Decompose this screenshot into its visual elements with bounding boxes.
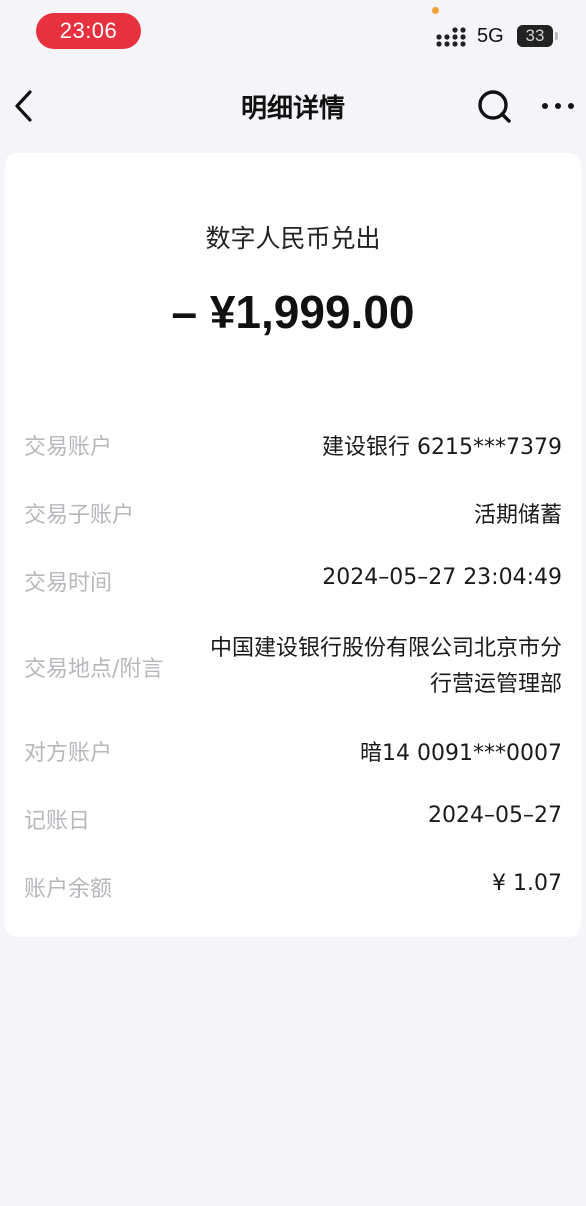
detail-value: 暗14 0091***0007	[360, 741, 562, 766]
battery-tip	[555, 32, 558, 40]
search-icon[interactable]	[474, 86, 514, 126]
detail-label: 记账日	[24, 809, 91, 834]
status-bar: 23:06 5G 33	[0, 0, 586, 64]
more-icon[interactable]	[538, 92, 578, 120]
detail-label: 交易时间	[24, 571, 113, 596]
signal-icon	[436, 27, 466, 47]
detail-value: ¥ 1.07	[492, 871, 562, 896]
battery-level: 33	[525, 26, 545, 45]
battery-icon: 33	[517, 25, 553, 47]
detail-value: 2024–05–27	[428, 803, 562, 828]
detail-value: 中国建设银行股份有限公司北京市分行营运管理部	[209, 636, 562, 697]
detail-value: 活期储蓄	[473, 503, 562, 528]
detail-label: 交易子账户	[24, 503, 135, 528]
nav-bar: 明细详情	[0, 74, 586, 138]
network-type: 5G	[477, 25, 504, 47]
transaction-amount: – ¥1,999.00	[171, 286, 415, 338]
detail-label: 交易地点/附言	[24, 657, 164, 682]
transaction-detail-card: 数字人民币兑出 – ¥1,999.00 交易账户 建设银行 6215***737…	[5, 153, 581, 937]
status-time: 23:06	[36, 13, 141, 49]
detail-value: 2024–05–27 23:04:49	[322, 565, 562, 590]
detail-label: 对方账户	[24, 741, 113, 766]
detail-value: 建设银行 6215***7379	[322, 435, 562, 460]
privacy-indicator-dot	[432, 7, 439, 14]
detail-label: 交易账户	[24, 435, 113, 460]
transaction-type: 数字人民币兑出	[205, 224, 381, 253]
detail-label: 账户余额	[24, 877, 113, 902]
